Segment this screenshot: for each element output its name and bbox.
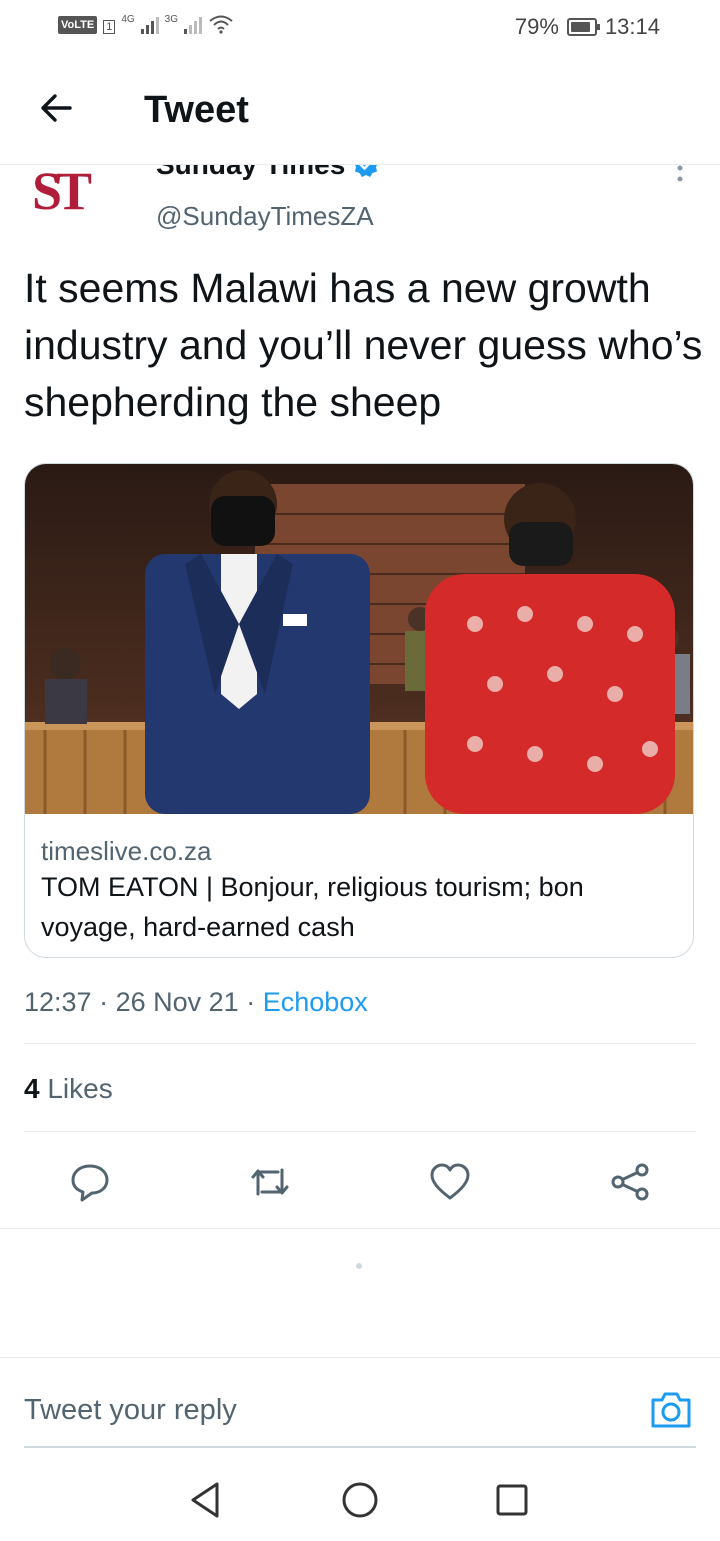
- avatar[interactable]: ST: [32, 165, 128, 221]
- page-title: Tweet: [144, 89, 249, 131]
- loading-indicator: [356, 1263, 362, 1269]
- tweet-author: ST Sunday Times @SundayTimesZA: [0, 165, 720, 245]
- tweet-source-link[interactable]: Echobox: [263, 987, 368, 1017]
- divider: [0, 1228, 720, 1229]
- nav-home-icon[interactable]: [338, 1478, 382, 1522]
- more-options-icon[interactable]: [672, 165, 688, 195]
- author-handle[interactable]: @SundayTimesZA: [156, 200, 374, 232]
- battery-icon: [566, 18, 600, 36]
- reply-icon[interactable]: [68, 1160, 112, 1204]
- card-domain: timeslive.co.za: [41, 836, 212, 866]
- retweet-icon[interactable]: [248, 1160, 292, 1204]
- camera-icon[interactable]: [648, 1386, 694, 1432]
- clock: 13:14: [604, 14, 660, 39]
- signal-icon: [140, 16, 159, 34]
- divider: [24, 1043, 696, 1044]
- nav-recents-icon[interactable]: [490, 1478, 534, 1522]
- top-app-bar: [0, 56, 720, 165]
- link-preview-card[interactable]: timeslive.co.za TOM EATON | Bonjour, rel…: [24, 463, 694, 958]
- card-title: TOM EATON | Bonjour, religious tourism; …: [41, 872, 584, 942]
- tweet-date: 26 Nov 21: [115, 987, 239, 1017]
- share-icon[interactable]: [608, 1160, 652, 1204]
- separator-dot: ·: [99, 987, 116, 1017]
- battery-percent: 79%: [514, 14, 559, 39]
- author-name: Sunday Times: [156, 165, 345, 183]
- verified-badge-icon: [355, 165, 378, 177]
- tweet-meta: 12:37 · 26 Nov 21 · Echobox: [24, 985, 368, 1019]
- likes-number: 4: [24, 1073, 40, 1104]
- divider: [24, 1131, 696, 1132]
- likes-count[interactable]: 4 Likes: [24, 1072, 113, 1106]
- reply-underline: [24, 1446, 696, 1448]
- article-image: [25, 464, 693, 814]
- volte-badge: VoLTE: [58, 16, 98, 34]
- reply-input[interactable]: Tweet your reply: [24, 1392, 237, 1428]
- network-type-1: 4G: [121, 14, 135, 25]
- like-heart-icon[interactable]: [428, 1160, 472, 1204]
- divider: [0, 1357, 720, 1358]
- tweet-time: 12:37: [24, 987, 92, 1017]
- signal-indicators: VoLTE 1 4G 3G: [58, 14, 234, 34]
- wifi-icon: [209, 15, 233, 34]
- author-name-row[interactable]: Sunday Times: [156, 165, 379, 183]
- tweet-text: It seems Malawi has a new growth industr…: [24, 265, 703, 425]
- signal-icon: [184, 16, 203, 34]
- status-right: 79% 13:14: [515, 14, 660, 40]
- likes-label: Likes: [47, 1073, 113, 1104]
- network-type-2: 3G: [164, 14, 179, 25]
- separator-dot: ·: [246, 987, 263, 1017]
- nav-back-icon[interactable]: [185, 1478, 229, 1522]
- sim-number: 1: [103, 20, 116, 34]
- back-arrow-icon[interactable]: [36, 88, 76, 128]
- status-bar: VoLTE 1 4G 3G 79% 13:14: [0, 0, 720, 56]
